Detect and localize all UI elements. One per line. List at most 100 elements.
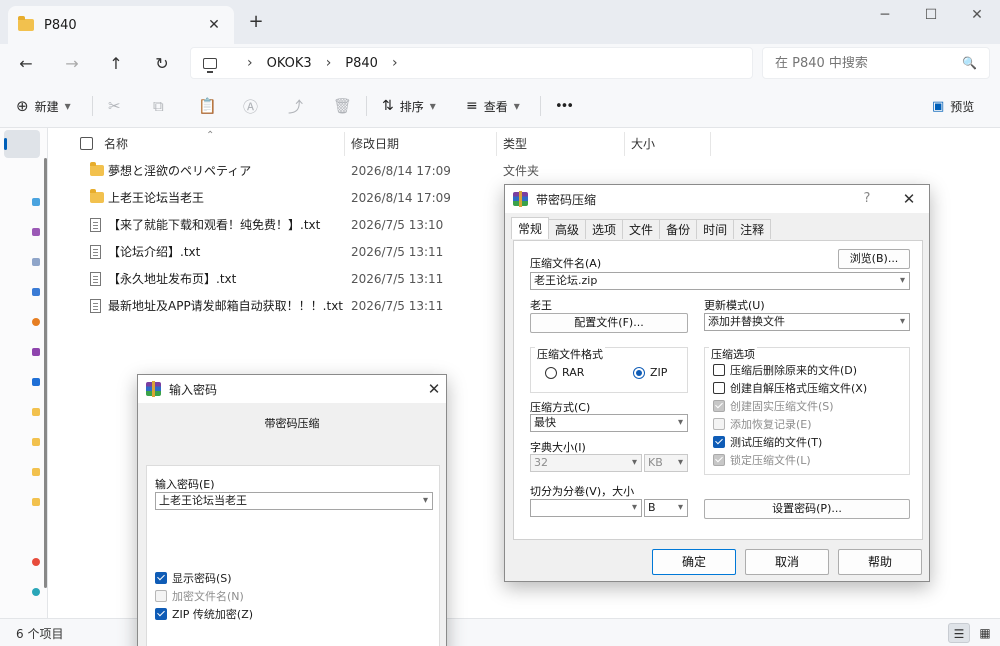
- new-button[interactable]: ⊕ 新建 ▾: [16, 95, 71, 117]
- zip-legacy-checkbox[interactable]: ZIP 传统加密(Z): [155, 606, 253, 622]
- refresh-button[interactable]: ↻: [150, 52, 174, 76]
- column-divider[interactable]: [710, 132, 711, 156]
- back-button[interactable]: ←: [14, 52, 38, 76]
- close-window-button[interactable]: ✕: [954, 0, 1000, 30]
- password-input[interactable]: 上老王论坛当老王 ▾: [155, 492, 433, 510]
- sort-button[interactable]: ⇅ 排序 ▾: [382, 95, 436, 117]
- chevron-down-icon[interactable]: ▾: [900, 314, 905, 330]
- set-password-button[interactable]: 设置密码(P)...: [704, 499, 910, 519]
- tab-time[interactable]: 时间: [696, 219, 735, 239]
- column-header-type[interactable]: 类型: [503, 132, 527, 156]
- chevron-down-icon[interactable]: ▾: [632, 500, 637, 516]
- sidebar-scrollbar[interactable]: [44, 158, 47, 588]
- folder-icon[interactable]: [32, 468, 40, 476]
- tab-advanced[interactable]: 高级: [548, 219, 587, 239]
- sfx-checkbox[interactable]: 创建自解压格式压缩文件(X): [713, 380, 867, 396]
- address-bar[interactable]: › OKOK3 › P840 ›: [190, 47, 753, 79]
- column-divider[interactable]: [624, 132, 625, 156]
- chevron-down-icon[interactable]: ▾: [678, 455, 683, 471]
- preview-button[interactable]: ▣ 预览: [932, 95, 974, 117]
- column-header-size[interactable]: 大小: [631, 132, 655, 156]
- sidebar-item-icon[interactable]: [32, 558, 40, 566]
- navigation-pane[interactable]: [0, 128, 48, 618]
- select-all-checkbox[interactable]: [80, 132, 93, 156]
- cut-icon[interactable]: ✂: [108, 95, 121, 117]
- tiles-view-icon[interactable]: ▦: [974, 623, 996, 643]
- close-icon[interactable]: ✕: [416, 375, 452, 403]
- tab-comment[interactable]: 注释: [733, 219, 772, 239]
- paste-icon[interactable]: 📋: [198, 95, 217, 117]
- browse-button[interactable]: 浏览(B)...: [838, 249, 910, 269]
- sidebar-item-icon[interactable]: [32, 588, 40, 596]
- forward-button[interactable]: →: [60, 52, 84, 76]
- archive-dialog-titlebar[interactable]: 带密码压缩 ? ✕: [505, 185, 929, 213]
- minimize-button[interactable]: ─: [862, 0, 908, 30]
- tab-p840[interactable]: P840 ✕: [8, 6, 234, 44]
- show-password-checkbox[interactable]: 显示密码(S): [155, 570, 232, 586]
- sidebar-item-icon[interactable]: [32, 258, 40, 266]
- dictionary-combo[interactable]: 32 ▾: [530, 454, 642, 472]
- help-button[interactable]: 帮助: [838, 549, 922, 575]
- archive-name-combo[interactable]: 老王论坛.zip ▾: [530, 272, 910, 290]
- lock-archive-checkbox[interactable]: 锁定压缩文件(L): [713, 452, 811, 468]
- column-header-name[interactable]: 名称: [104, 132, 128, 156]
- folder-icon[interactable]: [32, 408, 40, 416]
- tab-general[interactable]: 常规: [511, 217, 550, 239]
- tab-close-icon[interactable]: ✕: [204, 17, 224, 33]
- folder-icon[interactable]: [32, 438, 40, 446]
- search-input[interactable]: [775, 55, 963, 71]
- sidebar-selected-item[interactable]: [4, 130, 40, 158]
- chevron-down-icon[interactable]: ▾: [678, 500, 683, 516]
- new-tab-button[interactable]: +: [246, 12, 266, 32]
- folder-icon[interactable]: [32, 498, 40, 506]
- test-files-checkbox[interactable]: 测试压缩的文件(T): [713, 434, 822, 450]
- search-box[interactable]: 🔍: [762, 47, 990, 79]
- ok-button[interactable]: 确定: [652, 549, 736, 575]
- column-divider[interactable]: [344, 132, 345, 156]
- sidebar-item-icon[interactable]: [32, 228, 40, 236]
- split-size-combo[interactable]: ▾: [530, 499, 642, 517]
- method-combo[interactable]: 最快 ▾: [530, 414, 688, 432]
- view-button[interactable]: ≡ 查看 ▾: [466, 95, 520, 117]
- chevron-down-icon[interactable]: ▾: [423, 493, 428, 509]
- maximize-button[interactable]: ☐: [908, 0, 954, 30]
- breadcrumb-p840[interactable]: P840: [345, 56, 378, 71]
- sidebar-item-icon[interactable]: [32, 288, 40, 296]
- sidebar-item-icon[interactable]: [32, 318, 40, 326]
- tab-backup[interactable]: 备份: [659, 219, 698, 239]
- close-icon[interactable]: ✕: [891, 185, 927, 213]
- solid-checkbox[interactable]: 创建固实压缩文件(S): [713, 398, 834, 414]
- cancel-button[interactable]: 取消: [745, 549, 829, 575]
- sidebar-item-icon[interactable]: [32, 198, 40, 206]
- tab-files[interactable]: 文件: [622, 219, 661, 239]
- breadcrumb-separator-icon[interactable]: ›: [392, 55, 398, 71]
- zip-radio[interactable]: ZIP: [633, 366, 667, 379]
- update-mode-combo[interactable]: 添加并替换文件 ▾: [704, 313, 910, 331]
- column-divider[interactable]: [496, 132, 497, 156]
- dictionary-unit-combo[interactable]: KB ▾: [644, 454, 688, 472]
- recovery-record-checkbox[interactable]: 添加恢复记录(E): [713, 416, 812, 432]
- delete-after-checkbox[interactable]: 压缩后删除原来的文件(D): [713, 362, 857, 378]
- delete-icon[interactable]: 🗑: [333, 95, 352, 117]
- more-options-button[interactable]: •••: [555, 95, 574, 117]
- table-row[interactable]: 夢想と淫欲のペリペティア 2026/8/14 17:09 文件夹: [48, 158, 1000, 185]
- password-dialog-titlebar[interactable]: 输入密码 ✕: [138, 375, 446, 403]
- profiles-button[interactable]: 配置文件(F)...: [530, 313, 688, 333]
- sidebar-item-icon[interactable]: [32, 378, 40, 386]
- chevron-down-icon[interactable]: ▾: [900, 273, 905, 289]
- copy-icon[interactable]: ⧉: [153, 95, 164, 117]
- help-icon[interactable]: ?: [849, 185, 885, 213]
- encrypt-filenames-checkbox[interactable]: 加密文件名(N): [155, 588, 244, 604]
- breadcrumb-okok3[interactable]: OKOK3: [267, 56, 312, 71]
- rename-icon[interactable]: Ⓐ: [243, 95, 258, 117]
- column-header-modified[interactable]: 修改日期: [351, 132, 399, 156]
- rar-radio[interactable]: RAR: [545, 366, 584, 379]
- share-icon[interactable]: ⤴: [288, 95, 303, 117]
- split-unit-combo[interactable]: B ▾: [644, 499, 688, 517]
- chevron-down-icon[interactable]: ▾: [678, 415, 683, 431]
- details-view-icon[interactable]: ☰: [948, 623, 970, 643]
- tab-options[interactable]: 选项: [585, 219, 624, 239]
- chevron-down-icon[interactable]: ▾: [632, 455, 637, 471]
- sidebar-item-icon[interactable]: [32, 348, 40, 356]
- up-button[interactable]: ↑: [104, 52, 128, 76]
